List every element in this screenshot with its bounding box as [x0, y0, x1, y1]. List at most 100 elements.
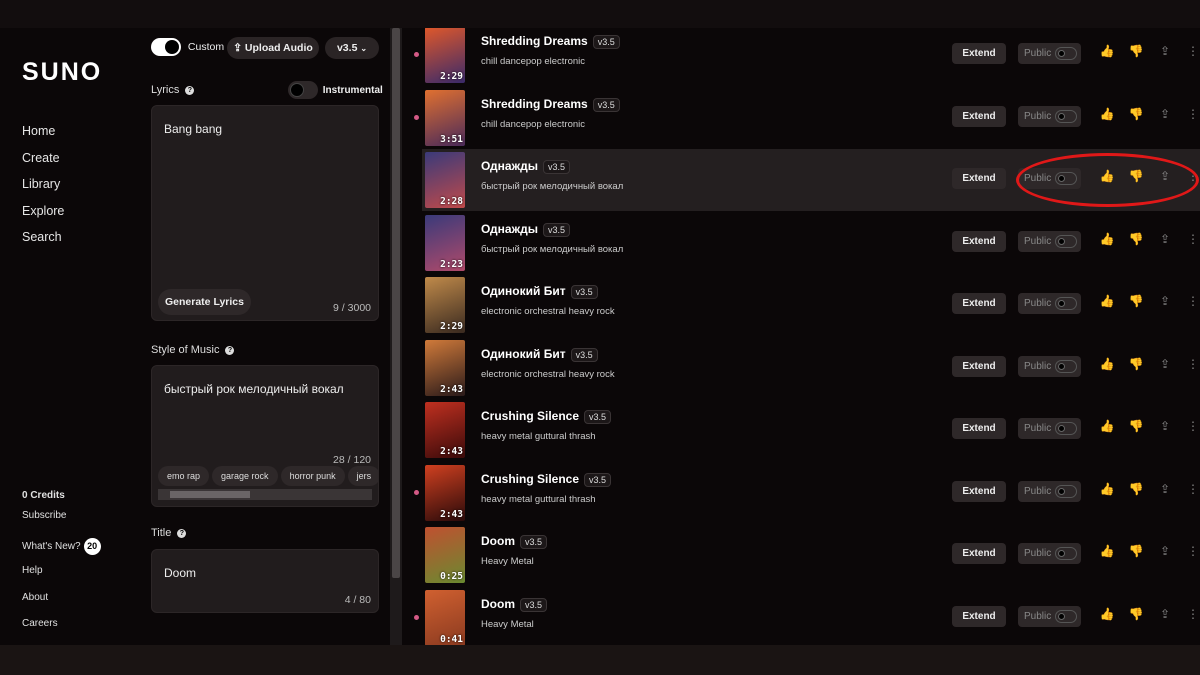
suno-logo[interactable]: SUNO [22, 58, 102, 87]
help-link[interactable]: Help [22, 565, 101, 592]
song-title[interactable]: Crushing Silence v3.5 [481, 409, 612, 424]
style-tag[interactable]: horror punk [280, 466, 345, 486]
extend-button[interactable]: Extend [952, 230, 1006, 252]
like-icon[interactable]: 👍 [1099, 107, 1115, 121]
public-toggle[interactable]: Public [1018, 355, 1081, 377]
song-title[interactable]: Shredding Dreams v3.5 [481, 34, 620, 49]
more-icon[interactable]: ⋮ [1185, 419, 1200, 433]
share-icon[interactable]: ⇪ [1157, 294, 1173, 308]
dislike-icon[interactable]: 👎 [1128, 294, 1144, 308]
song-cover[interactable]: 2:43 [425, 339, 465, 396]
more-icon[interactable]: ⋮ [1185, 482, 1200, 496]
extend-button[interactable]: Extend [952, 43, 1006, 64]
about-link[interactable]: About [22, 592, 101, 618]
song-title[interactable]: Doom v3.5 [481, 534, 548, 549]
dislike-icon[interactable]: 👎 [1128, 419, 1144, 433]
toggle-switch[interactable] [1055, 359, 1077, 373]
extend-button[interactable]: Extend [952, 418, 1006, 439]
song-cover[interactable]: 2:29 [425, 277, 465, 333]
public-toggle[interactable]: Public [1018, 43, 1081, 64]
song-title[interactable]: Crushing Silence v3.5 [481, 472, 612, 487]
like-icon[interactable]: 👍 [1099, 544, 1115, 558]
toggle-switch[interactable] [1055, 422, 1077, 435]
more-icon[interactable]: ⋮ [1185, 357, 1200, 371]
public-toggle[interactable]: Public [1018, 543, 1081, 564]
dislike-icon[interactable]: 👎 [1128, 607, 1144, 621]
toggle-switch[interactable] [1055, 609, 1077, 623]
song-cover[interactable]: 0:41 [425, 589, 465, 645]
extend-button[interactable]: Extend [952, 293, 1006, 314]
song-row[interactable]: 2:43 Crushing Silence v3.5 heavy metal gu… [422, 399, 1200, 461]
song-title[interactable]: Одинокий Бит v3.5 [481, 347, 598, 362]
song-row[interactable]: 3:51 Shredding Dreams v3.5 chill dancepop… [414, 87, 1200, 149]
extend-button[interactable]: Extend [952, 543, 1006, 564]
style-tag[interactable]: jers [347, 466, 378, 486]
version-select[interactable]: v3.5 ⌄ [325, 37, 379, 59]
song-cover[interactable]: 0:25 [425, 527, 465, 583]
like-icon[interactable]: 👍 [1099, 169, 1115, 183]
public-toggle[interactable]: Public [1018, 105, 1081, 127]
lyrics-textarea[interactable]: Bang bang Generate Lyrics 9 / 3000 [151, 105, 379, 321]
dislike-icon[interactable]: 👎 [1128, 232, 1144, 246]
help-icon[interactable]: ? [185, 85, 195, 95]
song-cover[interactable]: 2:29 [425, 28, 465, 83]
song-title[interactable]: Shredding Dreams v3.5 [481, 97, 620, 112]
upload-audio-button[interactable]: ⇪ Upload Audio [227, 37, 319, 59]
nav-library[interactable]: Library [22, 177, 64, 204]
nav-home[interactable]: Home [22, 124, 64, 151]
share-icon[interactable]: ⇪ [1157, 357, 1173, 371]
public-toggle[interactable]: Public [1018, 480, 1081, 502]
title-input[interactable]: Doom 4 / 80 [151, 549, 379, 613]
song-row[interactable]: 2:29 Shredding Dreams v3.5 chill dancepop… [414, 28, 1200, 86]
song-row[interactable]: 0:41 Doom v3.5 Heavy Metal Extend Public 👍… [414, 587, 1200, 645]
careers-link[interactable]: Careers [22, 618, 101, 629]
share-icon[interactable]: ⇪ [1157, 482, 1173, 496]
extend-button[interactable]: Extend [952, 355, 1006, 377]
like-icon[interactable]: 👍 [1099, 607, 1115, 621]
share-icon[interactable]: ⇪ [1157, 607, 1173, 621]
song-row[interactable]: 0:25 Doom v3.5 Heavy Metal Extend Public 👍… [422, 524, 1200, 586]
share-icon[interactable]: ⇪ [1157, 419, 1173, 433]
dislike-icon[interactable]: 👎 [1128, 44, 1144, 58]
song-cover[interactable]: 2:43 [425, 402, 465, 458]
extend-button[interactable]: Extend [952, 105, 1006, 127]
dislike-icon[interactable]: 👎 [1128, 107, 1144, 121]
share-icon[interactable]: ⇪ [1157, 169, 1173, 183]
like-icon[interactable]: 👍 [1099, 419, 1115, 433]
like-icon[interactable]: 👍 [1099, 294, 1115, 308]
style-tag[interactable]: emo rap [158, 466, 210, 486]
nav-create[interactable]: Create [22, 151, 64, 178]
style-tag[interactable]: garage rock [212, 466, 278, 486]
dislike-icon[interactable]: 👎 [1128, 482, 1144, 496]
more-icon[interactable]: ⋮ [1185, 169, 1200, 183]
more-icon[interactable]: ⋮ [1185, 607, 1200, 621]
song-cover[interactable]: 3:51 [425, 89, 465, 146]
custom-toggle[interactable] [151, 38, 181, 56]
toggle-switch[interactable] [1055, 484, 1077, 498]
toggle-switch[interactable] [1055, 547, 1077, 560]
toggle-switch[interactable] [1055, 172, 1077, 185]
song-row[interactable]: 2:29 Одинокий Бит v3.5 electronic orchest… [422, 274, 1200, 336]
song-cover[interactable]: 2:23 [425, 214, 465, 271]
more-icon[interactable]: ⋮ [1185, 44, 1200, 58]
public-toggle[interactable]: Public [1018, 418, 1081, 439]
toggle-switch[interactable] [1055, 109, 1077, 123]
public-toggle[interactable]: Public [1018, 605, 1081, 627]
song-title[interactable]: Однажды v3.5 [481, 159, 570, 174]
song-row[interactable]: 2:23 Однажды v3.5 быстрый рок мелодичный … [422, 212, 1200, 274]
song-cover[interactable]: 2:43 [425, 464, 465, 521]
share-icon[interactable]: ⇪ [1157, 544, 1173, 558]
subscribe-link[interactable]: Subscribe [22, 510, 101, 538]
dislike-icon[interactable]: 👎 [1128, 169, 1144, 183]
whats-new-link[interactable]: What's New? 20 [22, 538, 101, 565]
public-toggle[interactable]: Public [1018, 168, 1081, 189]
song-row[interactable]: 2:43 Crushing Silence v3.5 heavy metal gu… [414, 462, 1200, 524]
public-toggle[interactable]: Public [1018, 230, 1081, 252]
share-icon[interactable]: ⇪ [1157, 44, 1173, 58]
song-cover[interactable]: 2:28 [425, 152, 465, 208]
like-icon[interactable]: 👍 [1099, 232, 1115, 246]
extend-button[interactable]: Extend [952, 480, 1006, 502]
like-icon[interactable]: 👍 [1099, 357, 1115, 371]
song-title[interactable]: Одинокий Бит v3.5 [481, 284, 598, 299]
nav-search[interactable]: Search [22, 230, 64, 257]
